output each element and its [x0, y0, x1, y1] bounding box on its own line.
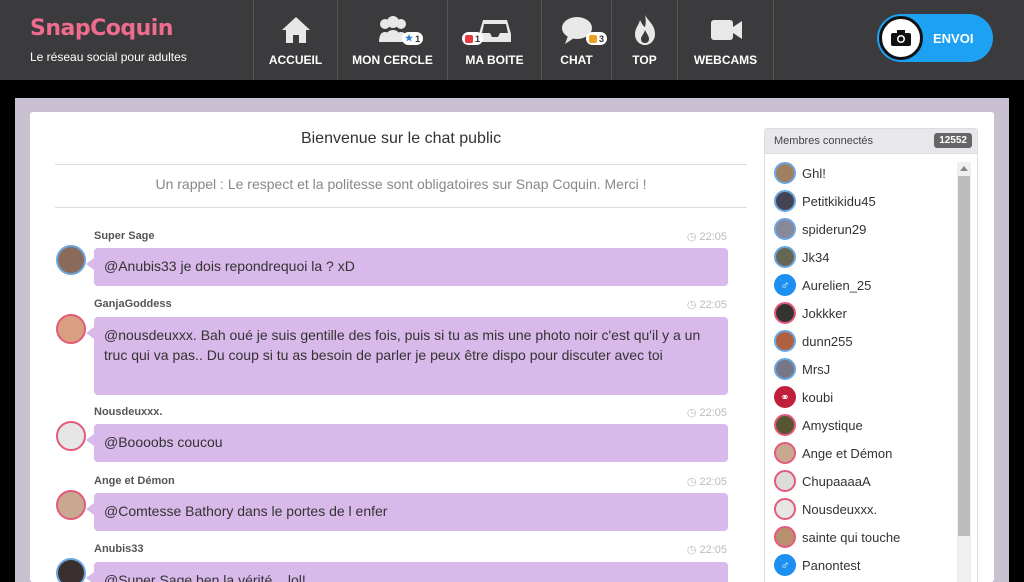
camera-icon — [879, 16, 923, 60]
chat-title: Bienvenue sur le chat public — [300, 130, 502, 147]
message-bubble: @Comtesse Bathory dans le portes de l en… — [86, 493, 728, 531]
message-bubble: @Boooobs coucou — [86, 424, 728, 462]
avatar — [774, 190, 796, 212]
members-count-badge: 12552 — [934, 133, 972, 148]
mon-cercle-badge: ★ 1 — [402, 32, 424, 45]
logo[interactable]: SnapCoquin — [30, 16, 173, 41]
message-time: ◷ 22:05 — [686, 407, 727, 419]
nav-top-label: TOP — [632, 53, 657, 67]
top-bar: SnapCoquin Le réseau social pour adultes… — [0, 0, 1024, 80]
nav-accueil[interactable]: ACCUEIL — [254, 0, 338, 80]
avatar — [774, 498, 796, 520]
nav-chat[interactable]: 3 CHAT — [542, 0, 612, 80]
member-item[interactable]: Amystique — [774, 413, 863, 437]
video-camera-icon — [710, 20, 742, 40]
home-icon — [281, 17, 310, 43]
star-icon: ★ — [405, 33, 414, 43]
avatar[interactable] — [56, 421, 86, 451]
message-author[interactable]: Anubis33 — [94, 543, 144, 555]
envoi-button[interactable]: ENVOI — [877, 14, 993, 62]
member-item[interactable]: Ange et Démon — [774, 441, 892, 465]
message-author[interactable]: GanjaGoddess — [94, 298, 172, 310]
avatar — [774, 330, 796, 352]
avatar — [774, 414, 796, 436]
nav-ma-boite[interactable]: 1 MA BOITE — [448, 0, 542, 80]
chat-reminder: Un rappel : Le respect et la politesse s… — [155, 176, 647, 192]
member-item[interactable]: spiderun29 — [774, 217, 866, 241]
message-bubble: @Super Sage ben la vérité... lol! — [86, 562, 728, 582]
nav-webcams[interactable]: WEBCAMS — [678, 0, 774, 80]
member-item[interactable]: dunn255 — [774, 329, 853, 353]
message-author[interactable]: Super Sage — [94, 230, 155, 242]
avatar — [774, 442, 796, 464]
nav-webcams-label: WEBCAMS — [693, 53, 758, 67]
member-item[interactable]: Jk34 — [774, 245, 829, 269]
nav-top[interactable]: TOP — [612, 0, 678, 80]
member-item[interactable]: Jokkker — [774, 301, 847, 325]
male-icon: ♂ — [774, 274, 796, 296]
scroll-up-arrow-icon[interactable] — [960, 166, 968, 171]
avatar[interactable] — [56, 558, 86, 582]
message-author[interactable]: Nousdeuxxx. — [94, 406, 162, 418]
brand[interactable]: SnapCoquin Le réseau social pour adultes — [0, 0, 254, 80]
message-time: ◷ 22:05 — [686, 299, 727, 311]
member-item[interactable]: MrsJ — [774, 357, 830, 381]
member-item[interactable]: Nousdeuxxx. — [774, 497, 877, 521]
envelope-icon — [465, 34, 473, 43]
avatar — [774, 470, 796, 492]
member-item[interactable]: ⚭ koubi — [774, 385, 833, 409]
avatar[interactable] — [56, 314, 86, 344]
avatar — [774, 526, 796, 548]
nav-mon-cercle-label: MON CERCLE — [352, 53, 433, 67]
message-time: ◷ 22:05 — [686, 476, 727, 488]
ma-boite-badge: 1 — [462, 32, 484, 45]
scrollbar-thumb[interactable] — [958, 176, 970, 536]
member-item[interactable]: Petitkikidu45 — [774, 189, 876, 213]
message-bubble: @nousdeuxxx. Bah oué je suis gentille de… — [86, 317, 728, 395]
avatar — [774, 358, 796, 380]
message-bubble: @Anubis33 je dois repondrequoi la ? xD — [86, 248, 728, 286]
members-header: Membres connectés 12552 — [764, 128, 978, 154]
nav-ma-boite-label: MA BOITE — [465, 53, 524, 67]
message-time: ◷ 22:05 — [686, 231, 727, 243]
members-scrollbar[interactable] — [957, 162, 971, 582]
member-item[interactable]: ♂ Panontest — [774, 553, 861, 577]
member-item[interactable]: sainte qui touche — [774, 525, 900, 549]
avatar — [774, 302, 796, 324]
avatar[interactable] — [56, 490, 86, 520]
male-icon: ♂ — [774, 554, 796, 576]
avatar — [774, 246, 796, 268]
envoi-label: ENVOI — [933, 30, 974, 46]
couple-icon: ⚭ — [774, 386, 796, 408]
message-icon — [589, 34, 597, 43]
divider — [55, 207, 747, 208]
flame-icon — [634, 15, 655, 45]
avatar[interactable] — [56, 245, 86, 275]
avatar — [774, 218, 796, 240]
member-item[interactable]: ChupaaaaA — [774, 469, 871, 493]
members-title: Membres connectés — [774, 135, 874, 147]
avatar — [774, 162, 796, 184]
chat-badge: 3 — [586, 32, 608, 45]
nav-mon-cercle[interactable]: ★ 1 MON CERCLE — [338, 0, 448, 80]
nav-accueil-label: ACCUEIL — [268, 53, 323, 67]
divider — [55, 164, 747, 165]
message-author[interactable]: Ange et Démon — [94, 475, 175, 487]
nav-chat-label: CHAT — [560, 53, 593, 67]
member-item[interactable]: ♂ Aurelien_25 — [774, 273, 871, 297]
member-item[interactable]: Ghl! — [774, 161, 826, 185]
tagline: Le réseau social pour adultes — [30, 50, 187, 64]
message-time: ◷ 22:05 — [686, 544, 727, 556]
main-nav: ACCUEIL ★ 1 MON CERCLE 1 MA BOITE 3 CHAT … — [254, 0, 774, 80]
